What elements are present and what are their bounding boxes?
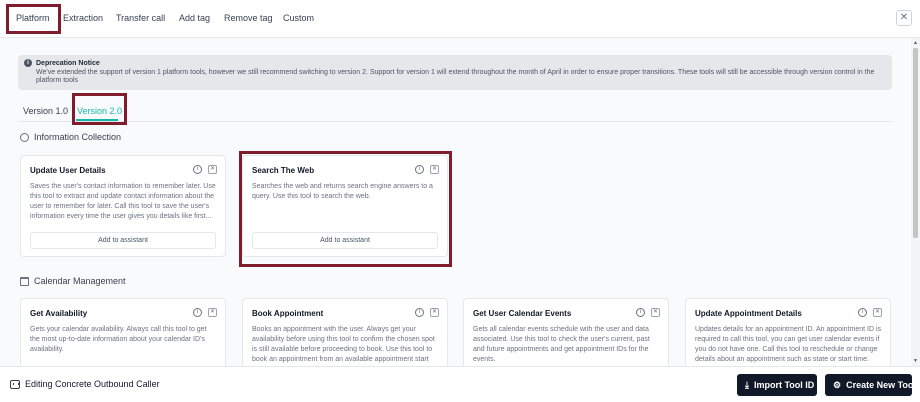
info-icon[interactable]: i bbox=[415, 308, 424, 317]
add-to-assistant-button[interactable]: Add to assistant bbox=[252, 232, 438, 249]
active-version-underline bbox=[76, 119, 118, 121]
info-icon[interactable]: i bbox=[193, 165, 202, 174]
download-icon: ⤓ bbox=[745, 379, 749, 390]
card-description: Saves the user's contact information to … bbox=[30, 183, 216, 220]
section-information-collection: Information Collection bbox=[20, 132, 121, 142]
scroll-up-icon[interactable]: ▲ bbox=[912, 40, 919, 46]
tool-settings-icon[interactable]: ✕ bbox=[651, 308, 660, 317]
tool-card-update-user-details: Update User Details i ✕ Saves the user's… bbox=[20, 155, 226, 257]
card-actions: i ✕ bbox=[415, 165, 439, 174]
card-actions: i ✕ bbox=[415, 308, 439, 317]
card-description: Updates details for an appointment ID. A… bbox=[695, 326, 881, 363]
card-description: Searches the web and returns search engi… bbox=[252, 183, 433, 200]
section-title: Information Collection bbox=[34, 132, 122, 142]
card-title: Get Availability bbox=[30, 309, 88, 318]
tool-card-update-appointment-details: Update Appointment Details i ✕ Updates d… bbox=[685, 298, 891, 366]
info-icon[interactable]: i bbox=[858, 308, 867, 317]
tool-settings-icon[interactable]: ✕ bbox=[208, 308, 217, 317]
tool-settings-icon[interactable]: ✕ bbox=[430, 165, 439, 174]
scrollbar-thumb[interactable] bbox=[913, 48, 918, 238]
editing-label: Editing Concrete Outbound Caller bbox=[25, 379, 160, 389]
top-tab-bar: Platform Extraction Transfer call Add ta… bbox=[0, 0, 920, 38]
tool-card-get-availability: Get Availability i ✕ Gets your calendar … bbox=[20, 298, 226, 366]
create-new-tool-button[interactable]: ⚙ Create New Tool bbox=[825, 374, 916, 396]
card-title: Search The Web bbox=[252, 166, 315, 175]
tool-settings-icon[interactable]: ✕ bbox=[208, 165, 217, 174]
import-label: Import Tool ID bbox=[753, 380, 815, 390]
version-tabs-divider bbox=[18, 121, 892, 122]
card-actions: i ✕ bbox=[193, 308, 217, 317]
notice-title: Deprecation Notice bbox=[36, 59, 100, 67]
tool-card-book-appointment: Book Appointment i ✕ Books an appointmen… bbox=[242, 298, 448, 366]
footer-bar: Editing Concrete Outbound Caller ⤓ Impor… bbox=[0, 366, 920, 402]
robot-icon bbox=[10, 379, 20, 389]
card-title: Update Appointment Details bbox=[695, 309, 802, 318]
scroll-down-icon[interactable]: ▼ bbox=[912, 358, 919, 364]
tool-settings-icon[interactable]: ✕ bbox=[430, 308, 439, 317]
tool-settings-icon[interactable]: ✕ bbox=[873, 308, 882, 317]
tab-custom[interactable]: Custom bbox=[283, 0, 314, 37]
notice-title-row: i Deprecation Notice bbox=[24, 59, 886, 67]
tool-card-search-the-web: Search The Web i ✕ Searches the web and … bbox=[242, 155, 448, 257]
tools-icon: ⚙ bbox=[833, 379, 842, 390]
card-actions: i ✕ bbox=[193, 165, 217, 174]
tool-card-get-user-calendar-events: Get User Calendar Events i ✕ Gets all ca… bbox=[463, 298, 669, 366]
card-title: Update User Details bbox=[30, 166, 106, 175]
close-icon[interactable]: ✕ bbox=[896, 10, 912, 26]
create-label: Create New Tool bbox=[846, 380, 916, 390]
main-content: i Deprecation Notice We've extended the … bbox=[0, 38, 910, 366]
add-to-assistant-button[interactable]: Add to assistant bbox=[30, 232, 216, 249]
card-actions: i ✕ bbox=[858, 308, 882, 317]
card-description: Books an appointment with the user. Alwa… bbox=[252, 326, 435, 363]
import-tool-id-button[interactable]: ⤓ Import Tool ID bbox=[737, 374, 817, 396]
info-circle-icon bbox=[20, 132, 29, 142]
info-icon[interactable]: i bbox=[636, 308, 645, 317]
notice-body: We've extended the support of version 1 … bbox=[36, 69, 875, 84]
main-scrollbar[interactable]: ▲ ▼ bbox=[911, 38, 920, 366]
info-icon: i bbox=[24, 59, 32, 67]
calendar-icon bbox=[20, 276, 29, 286]
tab-transfer-call[interactable]: Transfer call bbox=[116, 0, 165, 37]
tab-add-tag[interactable]: Add tag bbox=[179, 0, 210, 37]
card-title: Book Appointment bbox=[252, 309, 324, 318]
card-actions: i ✕ bbox=[636, 308, 660, 317]
info-icon[interactable]: i bbox=[415, 165, 424, 174]
card-description: Gets your calendar availability. Always … bbox=[30, 326, 207, 353]
section-calendar-management: Calendar Management bbox=[20, 276, 126, 286]
editing-status: Editing Concrete Outbound Caller bbox=[10, 379, 160, 389]
section-title: Calendar Management bbox=[34, 276, 126, 286]
card-title: Get User Calendar Events bbox=[473, 309, 572, 318]
tab-platform[interactable]: Platform bbox=[16, 0, 50, 37]
card-description: Gets all calendar events schedule with t… bbox=[473, 326, 650, 363]
info-icon[interactable]: i bbox=[193, 308, 202, 317]
tab-remove-tag[interactable]: Remove tag bbox=[224, 0, 273, 37]
tab-extraction[interactable]: Extraction bbox=[63, 0, 103, 37]
deprecation-notice: i Deprecation Notice We've extended the … bbox=[18, 55, 892, 90]
